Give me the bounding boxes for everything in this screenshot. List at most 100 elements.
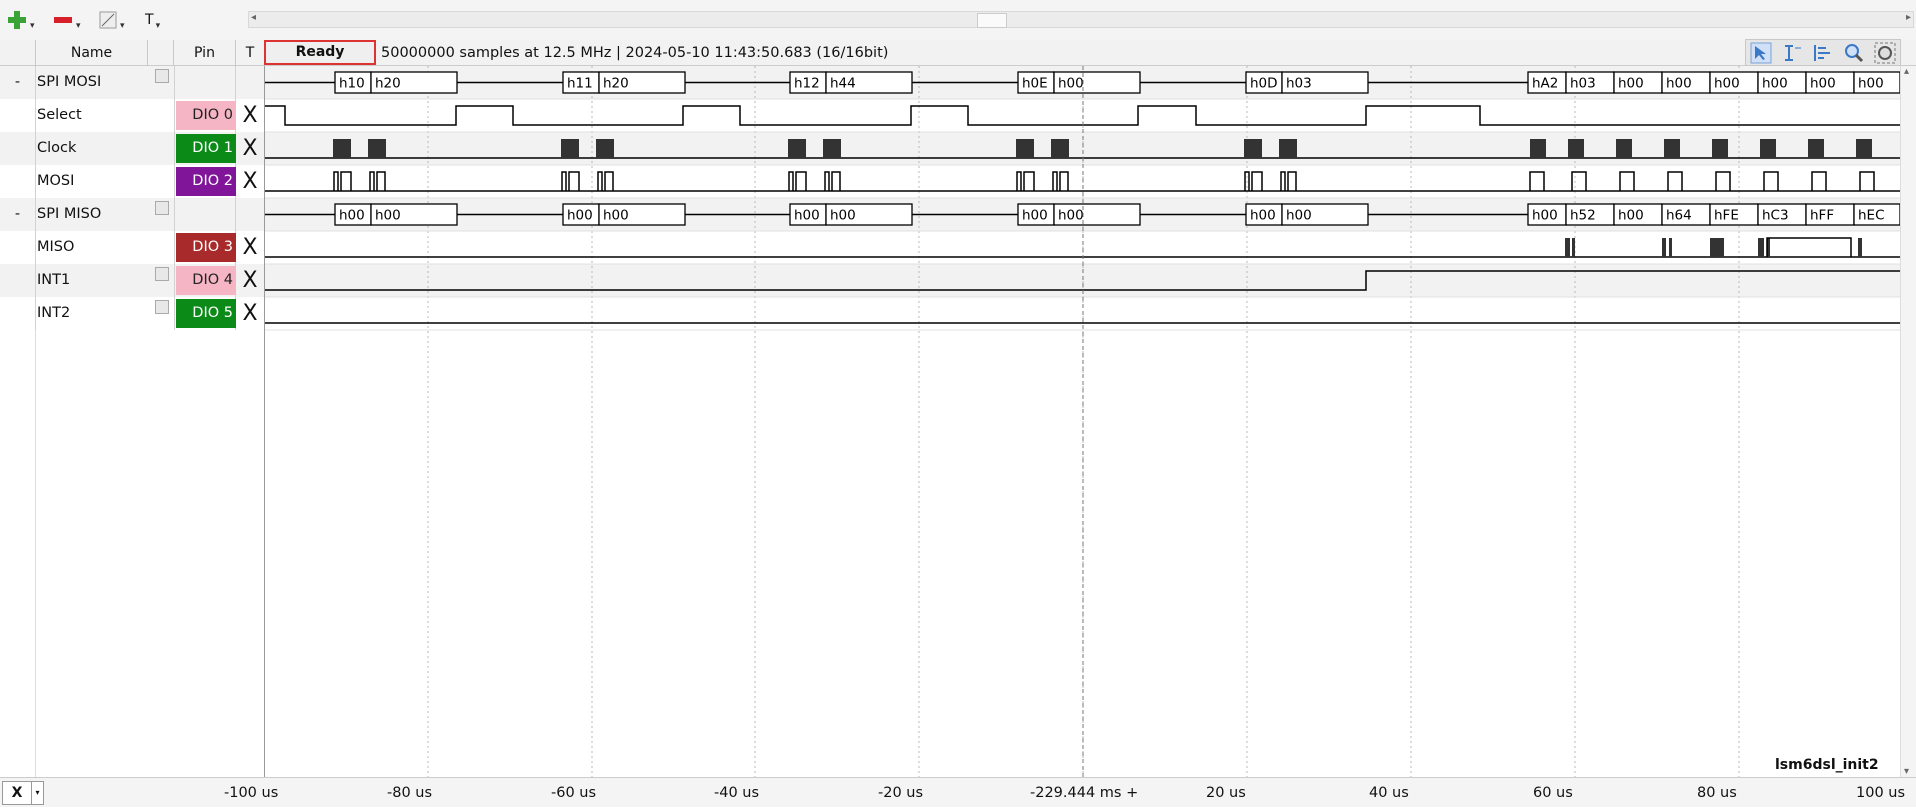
channel-name[interactable]: Select: [36, 99, 148, 132]
trigger-toggle[interactable]: [236, 66, 265, 99]
channel-row[interactable]: MOSI DIO 2X: [0, 165, 265, 198]
scroll-down-icon[interactable]: ▾: [1904, 766, 1909, 777]
data-pulse: [824, 171, 830, 191]
trigger-toggle[interactable]: X: [236, 99, 265, 132]
channel-edit-button[interactable]: [148, 198, 174, 231]
channel-pin[interactable]: [174, 198, 236, 231]
trigger-header[interactable]: T: [236, 40, 265, 66]
channel-row[interactable]: INT2 DIO 5X: [0, 297, 265, 330]
scroll-right-icon[interactable]: ▸: [1906, 12, 1911, 23]
channel-name[interactable]: SPI MOSI: [36, 66, 148, 99]
time-tick-label: -40 us: [714, 785, 760, 801]
expand-toggle[interactable]: [0, 264, 36, 297]
bus-value: h00: [1714, 76, 1740, 92]
channel-row[interactable]: MISO DIO 3X: [0, 231, 265, 264]
data-pulse: [1766, 237, 1852, 257]
channel-name[interactable]: INT2: [36, 297, 148, 330]
trigger-toggle[interactable]: X: [236, 264, 265, 297]
data-pulse: [1859, 171, 1875, 191]
trigger-toggle[interactable]: X: [236, 165, 265, 198]
chevron-down-icon[interactable]: ▾: [32, 781, 44, 805]
expand-toggle[interactable]: [0, 132, 36, 165]
waveform-view[interactable]: h10 h20 h11 h20 h12 h44 h0E h00 h0D h03 hA2 h03 h00 h…: [265, 66, 1900, 777]
bus-value: h20: [375, 76, 401, 92]
channel-name[interactable]: MOSI: [36, 165, 148, 198]
channel-edit-button[interactable]: [148, 231, 174, 264]
name-header[interactable]: Name: [36, 40, 148, 66]
add-protocol-button[interactable]: ▾: [98, 8, 125, 32]
channel-edit-button[interactable]: [148, 165, 174, 198]
channel-edit-button[interactable]: [148, 297, 174, 330]
remove-channel-button[interactable]: ▾: [52, 8, 81, 32]
clock-burst: [1530, 139, 1546, 158]
bus-value: h03: [1286, 76, 1312, 92]
zoom-fit-icon[interactable]: [1874, 42, 1896, 64]
edit-header: [148, 40, 174, 66]
chevron-down-icon[interactable]: ▾: [30, 21, 35, 31]
expand-toggle[interactable]: [0, 165, 36, 198]
channel-row[interactable]: Clock DIO 1X: [0, 132, 265, 165]
channel-pin[interactable]: DIO 1: [174, 132, 236, 165]
vertical-scrollbar[interactable]: ▴ ▾: [1900, 66, 1916, 777]
channel-name[interactable]: INT1: [36, 264, 148, 297]
channel-pin[interactable]: DIO 0: [174, 99, 236, 132]
bus-value: hEC: [1858, 208, 1885, 224]
align-icon[interactable]: [1812, 42, 1834, 64]
text-icon: T: [145, 12, 154, 28]
text-tool-button[interactable]: T ▾: [145, 8, 160, 32]
status-ready-button[interactable]: Ready: [264, 40, 376, 65]
channel-row[interactable]: - SPI MOSI: [0, 66, 265, 99]
channel-row[interactable]: INT1 DIO 4X: [0, 264, 265, 297]
channel-edit-button[interactable]: [148, 66, 174, 99]
bus-value: h52: [1570, 208, 1596, 224]
channel-name[interactable]: SPI MISO: [36, 198, 148, 231]
channel-row[interactable]: Select DIO 0X: [0, 99, 265, 132]
expand-toggle[interactable]: -: [0, 66, 36, 99]
channel-pin[interactable]: DIO 5: [174, 297, 236, 330]
bus-value: h00: [603, 208, 629, 224]
expand-toggle[interactable]: [0, 231, 36, 264]
channel-pin[interactable]: DIO 4: [174, 264, 236, 297]
clock-burst: [368, 139, 386, 158]
expand-toggle[interactable]: -: [0, 198, 36, 231]
scrollbar-thumb[interactable]: [977, 13, 1007, 28]
scroll-up-icon[interactable]: ▴: [1904, 66, 1909, 77]
data-pulse: [597, 171, 603, 191]
trigger-toggle[interactable]: [236, 198, 265, 231]
expand-toggle[interactable]: [0, 297, 36, 330]
channel-edit-button[interactable]: [148, 264, 174, 297]
add-channel-button[interactable]: ▾: [6, 8, 35, 32]
chevron-down-icon[interactable]: ▾: [76, 21, 81, 31]
channel-edit-button[interactable]: [148, 99, 174, 132]
chevron-down-icon[interactable]: ▾: [120, 21, 125, 31]
channel-pin[interactable]: DIO 2: [174, 165, 236, 198]
bus-value: h00: [1058, 208, 1084, 224]
bus-value: h00: [1666, 76, 1692, 92]
trigger-toggle[interactable]: X: [236, 132, 265, 165]
horizontal-scrollbar[interactable]: ◂ ▸: [248, 11, 1914, 28]
zoom-icon[interactable]: [1843, 42, 1865, 64]
time-tick-label: -229.444 ms +: [1030, 785, 1139, 801]
channel-edit-button[interactable]: [148, 132, 174, 165]
channel-name[interactable]: MISO: [36, 231, 148, 264]
data-pulse: [795, 171, 807, 191]
trigger-toggle[interactable]: X: [236, 231, 265, 264]
pin-badge: DIO 5: [176, 299, 236, 328]
channel-row[interactable]: - SPI MISO: [0, 198, 265, 231]
data-pulse: [831, 171, 841, 191]
expand-toggle[interactable]: [0, 99, 36, 132]
clock-burst: [1016, 139, 1034, 158]
chevron-down-icon[interactable]: ▾: [156, 21, 161, 31]
trigger-toggle[interactable]: X: [236, 297, 265, 330]
scroll-left-icon[interactable]: ◂: [251, 12, 256, 23]
close-button[interactable]: X: [2, 781, 32, 805]
channel-pin[interactable]: DIO 3: [174, 231, 236, 264]
channel-pin[interactable]: [174, 66, 236, 99]
measure-icon[interactable]: [1781, 42, 1803, 64]
channel-name[interactable]: Clock: [36, 132, 148, 165]
data-pulse: [369, 171, 375, 191]
pin-header[interactable]: Pin: [174, 40, 236, 66]
bus-value: h10: [339, 76, 365, 92]
clock-burst: [561, 139, 579, 158]
cursor-icon[interactable]: [1750, 42, 1772, 64]
